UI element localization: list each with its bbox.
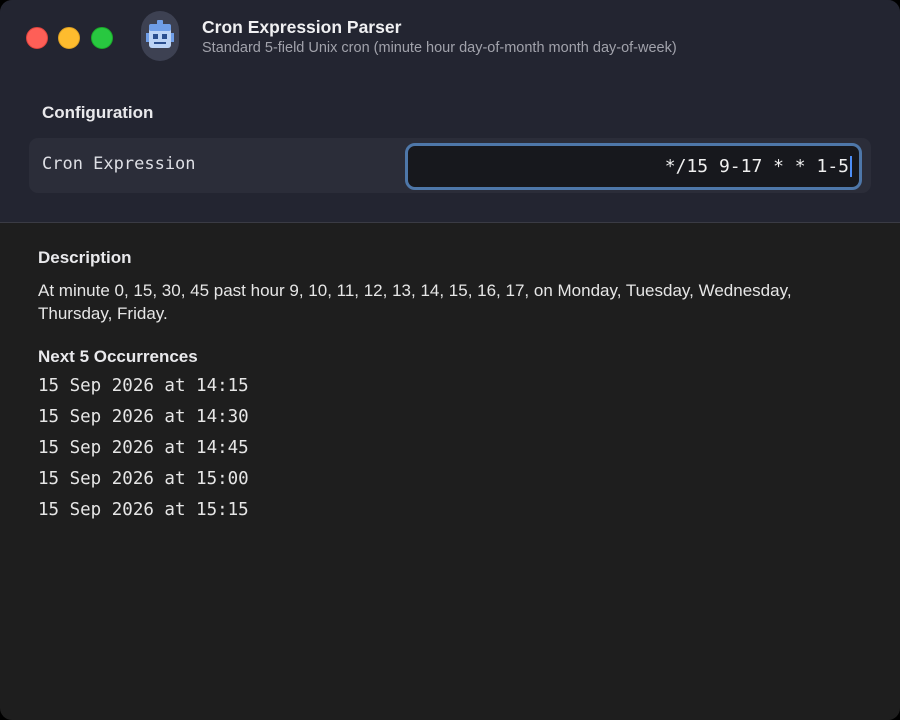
occurrence-item: 15 Sep 2026 at 14:15 bbox=[38, 376, 249, 396]
occurrence-item: 15 Sep 2026 at 15:00 bbox=[38, 469, 249, 489]
occurrences-heading: Next 5 Occurrences bbox=[38, 347, 198, 366]
robot-icon bbox=[146, 20, 174, 48]
cron-expression-row: Cron Expression bbox=[29, 138, 871, 193]
description-text: At minute 0, 15, 30, 45 past hour 9, 10,… bbox=[38, 281, 792, 323]
occurrences-list: 15 Sep 2026 at 14:15 15 Sep 2026 at 14:3… bbox=[38, 375, 249, 530]
minimize-window-button[interactable] bbox=[58, 27, 80, 49]
configuration-heading: Configuration bbox=[42, 103, 154, 122]
close-window-button[interactable] bbox=[26, 27, 48, 49]
occurrence-item: 15 Sep 2026 at 14:45 bbox=[38, 438, 249, 458]
cron-expression-label: Cron Expression bbox=[42, 154, 196, 174]
occurrence-item: 15 Sep 2026 at 14:30 bbox=[38, 407, 249, 427]
app-subtitle: Standard 5-field Unix cron (minute hour … bbox=[202, 40, 677, 56]
toolbar-header: Cron Expression Parser Standard 5-field … bbox=[0, 0, 900, 223]
app-title: Cron Expression Parser bbox=[202, 17, 402, 37]
occurrence-item: 15 Sep 2026 at 15:15 bbox=[38, 500, 249, 520]
cron-expression-field-frame[interactable] bbox=[405, 143, 862, 190]
cron-expression-input[interactable] bbox=[408, 146, 859, 187]
description-heading: Description bbox=[38, 248, 132, 267]
app-window: Cron Expression Parser Standard 5-field … bbox=[0, 0, 900, 720]
results-panel: Description At minute 0, 15, 30, 45 past… bbox=[0, 223, 900, 720]
maximize-window-button[interactable] bbox=[91, 27, 113, 49]
text-caret bbox=[850, 156, 852, 177]
app-icon bbox=[141, 11, 179, 61]
